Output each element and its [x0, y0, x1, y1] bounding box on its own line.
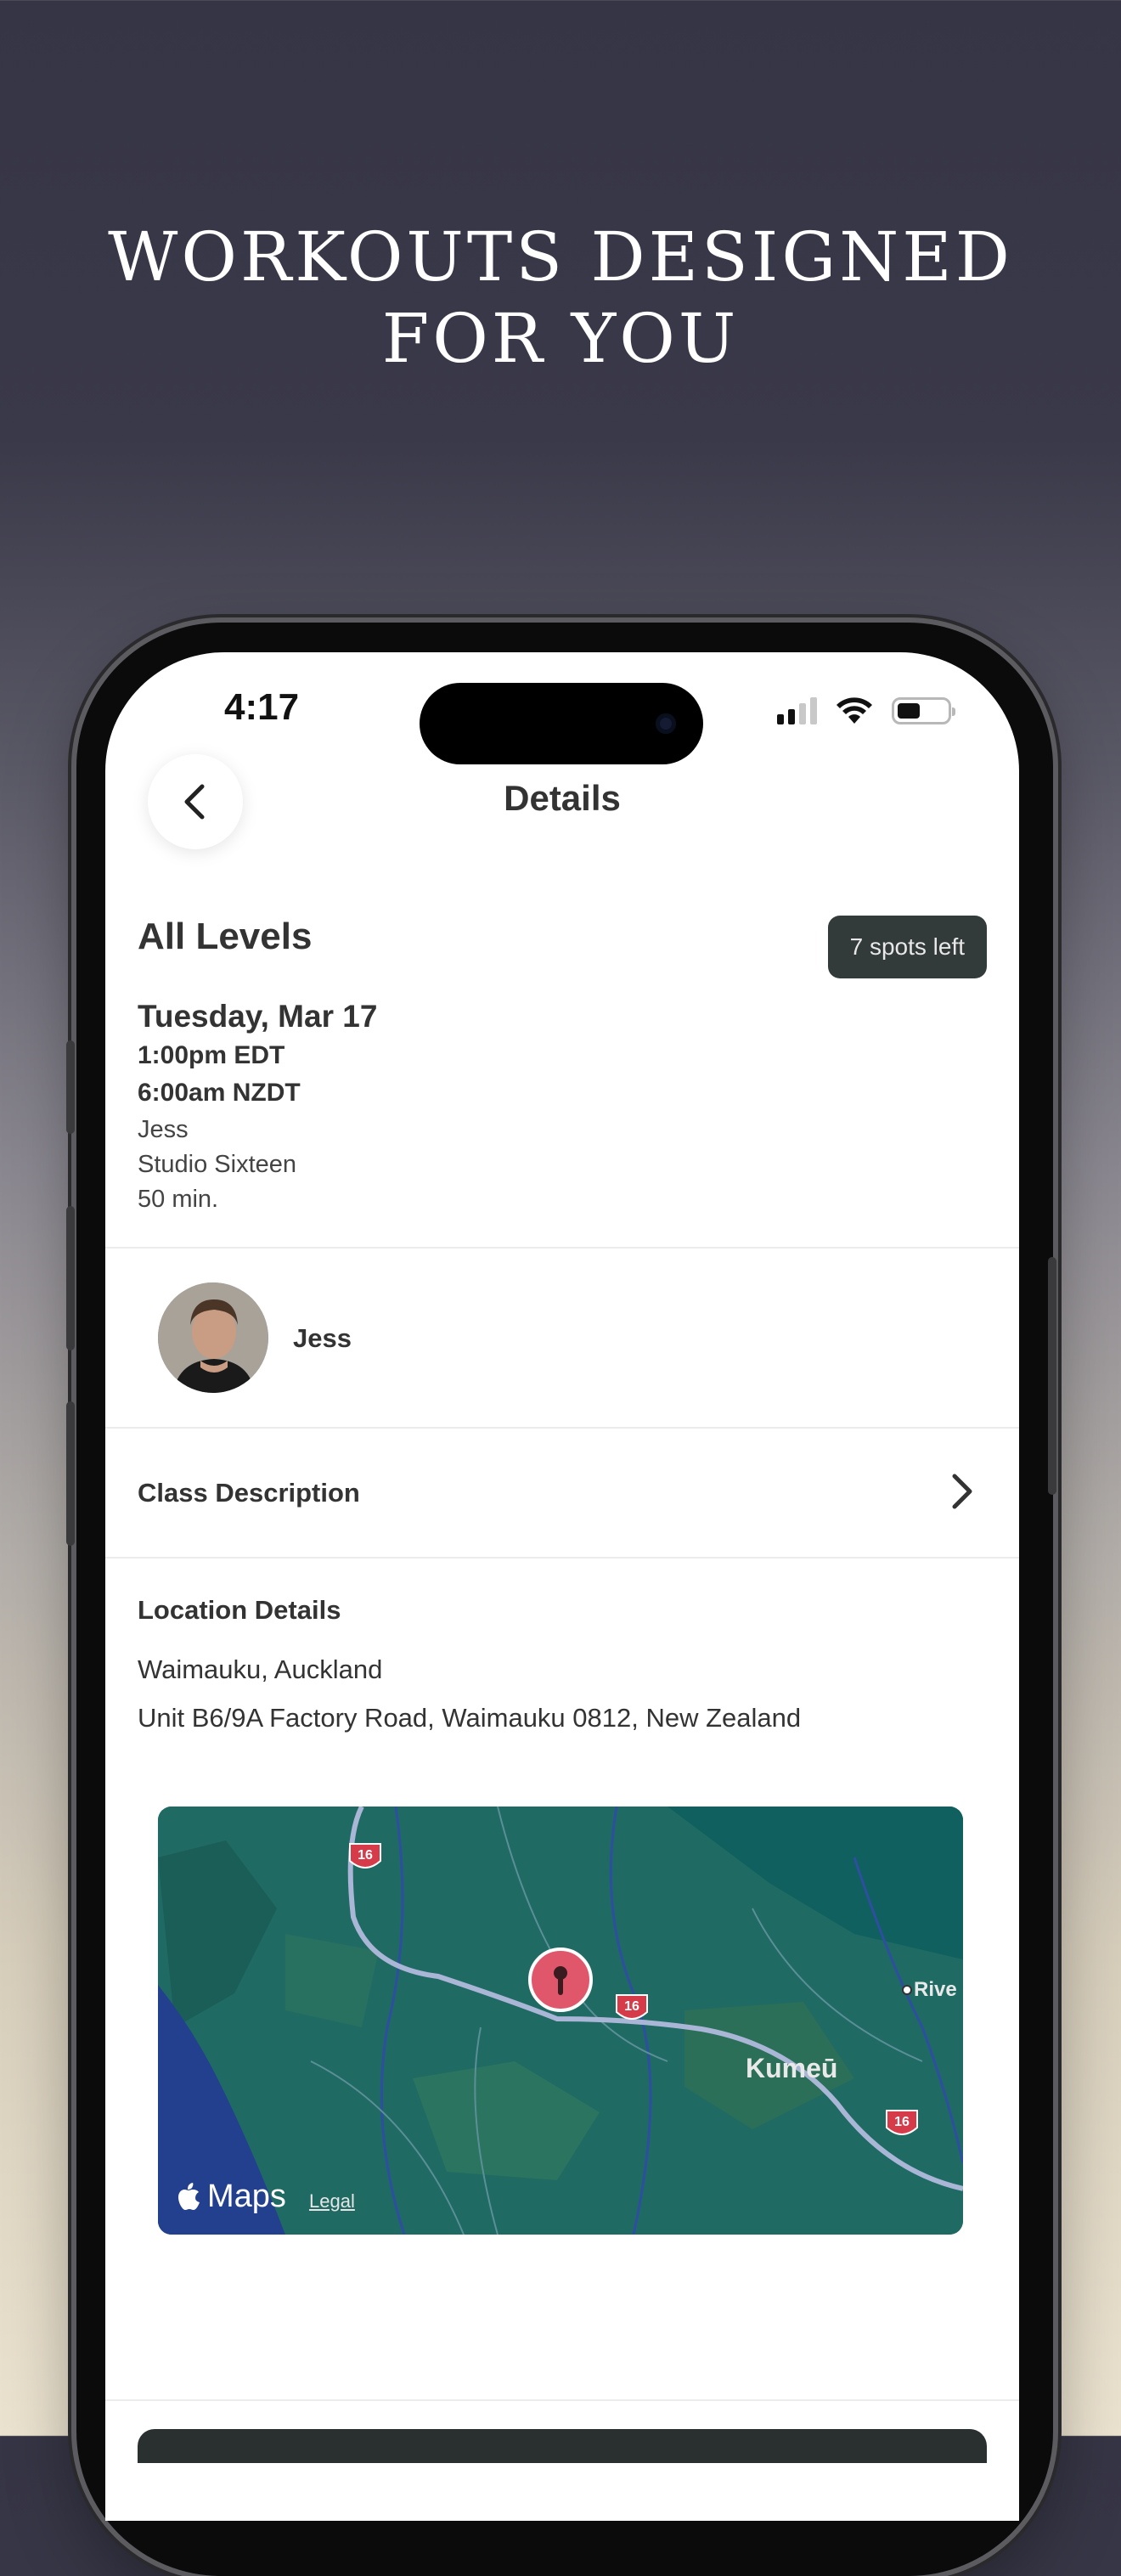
class-description-label: Class Description: [138, 1478, 360, 1508]
class-title: All Levels: [138, 916, 313, 957]
maps-brand-text: Maps: [207, 2179, 286, 2214]
phone-screen: 4:17 Details All Levels 7 spots left Tue…: [105, 652, 1019, 2521]
class-time-nzdt: 6:00am NZDT: [138, 1079, 301, 1107]
location-address: Unit B6/9A Factory Road, Waimauku 0812, …: [138, 1703, 802, 1733]
page-title: Details: [504, 778, 621, 818]
route-shield-icon: 16: [616, 1994, 648, 2020]
front-camera: [656, 713, 676, 734]
map-label-kumeu: Kumeū: [746, 2053, 838, 2083]
class-studio: Studio Sixteen: [138, 1151, 297, 1178]
promo-headline-line2: FOR YOU: [381, 299, 740, 378]
class-instructor: Jess: [138, 1116, 189, 1143]
dynamic-island: [420, 683, 703, 764]
class-time-edt: 1:00pm EDT: [138, 1041, 285, 1069]
map-graphic: 16 16 16: [158, 1807, 963, 2235]
instructor-name[interactable]: Jess: [293, 1323, 352, 1354]
divider: [105, 2399, 1019, 2401]
wifi-icon: [837, 697, 872, 724]
cellular-signal-icon: [777, 697, 817, 724]
chevron-right-icon: [952, 1474, 972, 1509]
route-shield-icon: 16: [349, 1843, 381, 1869]
class-duration: 50 min.: [138, 1186, 219, 1213]
location-pin-icon: [528, 1948, 593, 2012]
svg-text:16: 16: [624, 1999, 639, 2014]
location-heading: Location Details: [138, 1595, 341, 1625]
location-map[interactable]: 16 16 16 Kumeū Rive Maps Legal: [158, 1807, 963, 2235]
phone-volume-up-button: [66, 1206, 75, 1350]
bottom-action-bar: [138, 2429, 987, 2463]
svg-text:16: 16: [894, 2115, 910, 2129]
apple-maps-logo: Maps: [178, 2179, 286, 2215]
divider: [105, 1557, 1019, 1559]
battery-icon: [892, 697, 955, 724]
status-time: 4:17: [224, 686, 300, 728]
phone-action-button: [66, 1040, 75, 1134]
instructor-avatar[interactable]: [158, 1282, 268, 1393]
svg-text:16: 16: [358, 1848, 373, 1863]
route-shield-icon: 16: [886, 2110, 918, 2135]
divider: [105, 1247, 1019, 1249]
apple-logo-icon: [178, 2182, 200, 2210]
spots-left-badge: 7 spots left: [827, 916, 987, 978]
promo-headline-line1: WORKOUTS DESIGNED: [108, 217, 1013, 296]
phone-volume-down-button: [66, 1401, 75, 1546]
promo-headline: WORKOUTS DESIGNED FOR YOU: [0, 217, 1121, 380]
phone-power-button: [1048, 1257, 1056, 1495]
status-bar: 4:17: [105, 652, 1019, 764]
map-legal-link[interactable]: Legal: [309, 2190, 355, 2212]
location-area: Waimauku, Auckland: [138, 1654, 383, 1684]
map-label-rive: Rive: [914, 1978, 957, 2001]
status-icons: [777, 696, 955, 725]
class-date: Tuesday, Mar 17: [138, 999, 378, 1034]
